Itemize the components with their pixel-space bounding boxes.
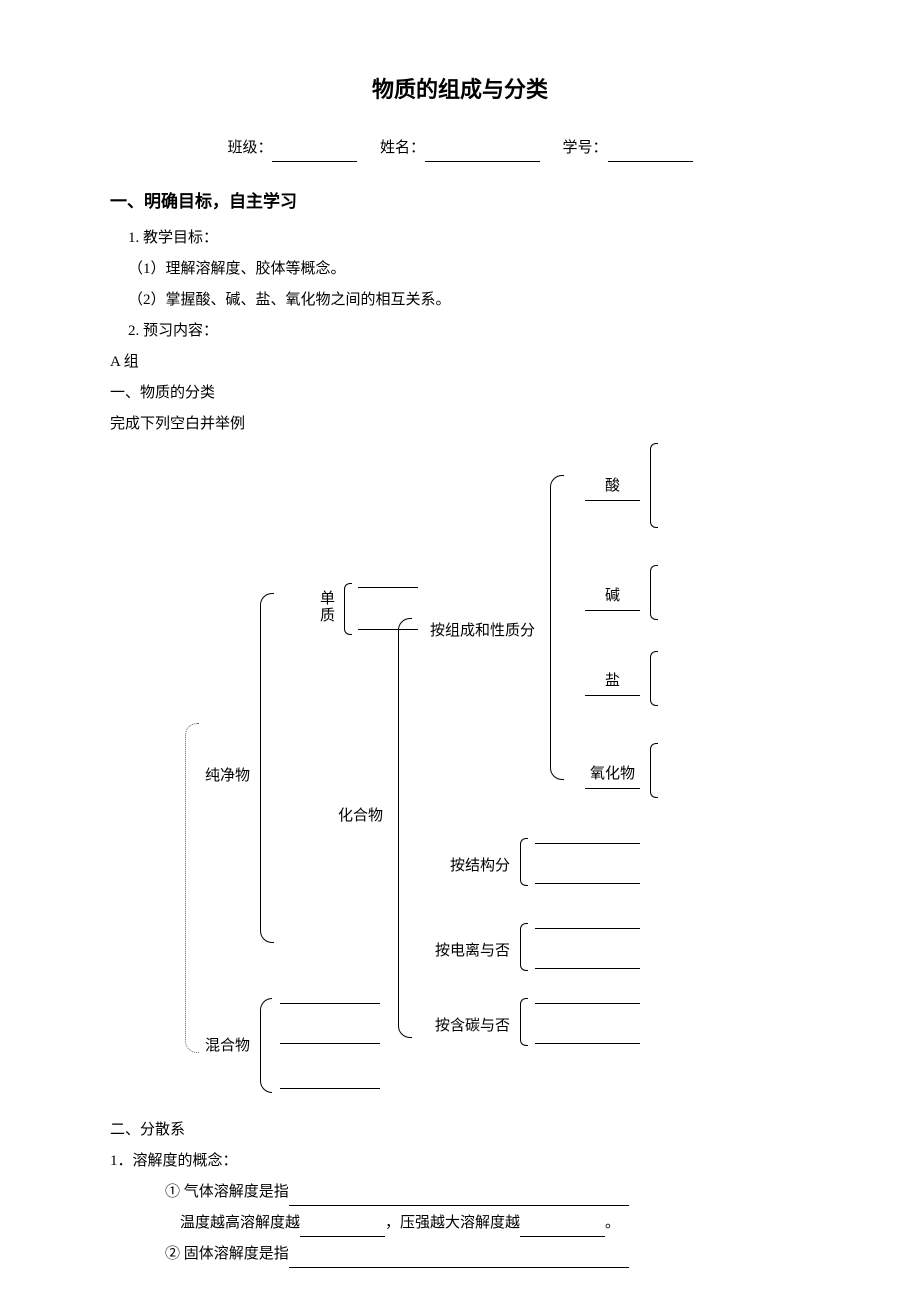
- id-blank[interactable]: [608, 144, 693, 162]
- by-comp-label: 按组成和性质分: [430, 618, 535, 645]
- sub-1-heading: 一、物质的分类: [110, 380, 810, 407]
- mixture-brace: [260, 998, 272, 1093]
- q1-line2-c: 。: [605, 1215, 620, 1231]
- name-blank[interactable]: [425, 144, 540, 162]
- q1-blank-2[interactable]: [300, 1219, 385, 1237]
- compound-brace: [398, 618, 412, 1038]
- preview-heading: 2. 预习内容：: [128, 318, 810, 345]
- base-label: 碱: [585, 583, 640, 611]
- pure-label: 纯净物: [205, 763, 250, 790]
- simple-brace: [344, 583, 352, 635]
- pure-brace: [260, 593, 274, 943]
- sub-2-heading: 二、分散系: [110, 1117, 810, 1144]
- student-info-line: 班级： 姓名： 学号：: [110, 135, 810, 162]
- carbon-blank-1[interactable]: [535, 1003, 640, 1004]
- struct-blank-1[interactable]: [535, 843, 640, 844]
- by-ionize-brace: [520, 923, 528, 971]
- name-label: 姓名：: [380, 140, 425, 156]
- ionize-blank-1[interactable]: [535, 928, 640, 929]
- section-1-heading: 一、明确目标，自主学习: [110, 187, 810, 218]
- q1-line-1: ① 气体溶解度是指: [165, 1179, 810, 1206]
- salt-brace: [650, 651, 658, 706]
- acid-label: 酸: [585, 473, 640, 501]
- struct-blank-2[interactable]: [535, 883, 640, 884]
- q1-line2-b: ，压强越大溶解度越: [385, 1215, 520, 1231]
- by-carbon-label: 按含碳与否: [435, 1013, 510, 1040]
- q2-prefix: ② 固体溶解度是指: [165, 1246, 289, 1262]
- by-struct-label: 按结构分: [450, 853, 510, 880]
- sub-1-desc: 完成下列空白并举例: [110, 411, 810, 438]
- mix-blank-3[interactable]: [280, 1088, 380, 1089]
- q1-blank-3[interactable]: [520, 1219, 605, 1237]
- q1-line2-a: 温度越高溶解度越: [180, 1215, 300, 1231]
- by-comp-brace: [550, 475, 564, 780]
- ionize-blank-2[interactable]: [535, 968, 640, 969]
- sub-2-q1: 1．溶解度的概念：: [110, 1148, 810, 1175]
- acid-brace: [650, 443, 658, 528]
- page-title: 物质的组成与分类: [110, 70, 810, 110]
- by-struct-brace: [520, 838, 528, 886]
- by-ionize-label: 按电离与否: [435, 938, 510, 965]
- goals-heading: 1. 教学目标：: [128, 225, 810, 252]
- q1-line1-prefix: ① 气体溶解度是指: [165, 1184, 289, 1200]
- id-label: 学号：: [563, 140, 608, 156]
- oxide-label: 氧化物: [585, 761, 640, 789]
- carbon-blank-2[interactable]: [535, 1043, 640, 1044]
- salt-label: 盐: [585, 668, 640, 696]
- by-carbon-brace: [520, 998, 528, 1046]
- root-brace: [185, 723, 199, 1053]
- class-blank[interactable]: [272, 144, 357, 162]
- base-brace: [650, 565, 658, 620]
- class-label: 班级：: [227, 140, 272, 156]
- classification-diagram: 纯净物 单质 化合物 按组成和性质分 酸 碱 盐 氧化物 按结构分 按电离与否 …: [110, 443, 810, 1113]
- q1-blank-1[interactable]: [289, 1188, 629, 1206]
- oxide-brace: [650, 743, 658, 798]
- q1-line-2: 温度越高溶解度越 ，压强越大溶解度越 。: [180, 1210, 810, 1237]
- q2-line: ② 固体溶解度是指: [165, 1241, 810, 1268]
- mixture-label: 混合物: [205, 1033, 250, 1060]
- compound-label: 化合物: [338, 803, 383, 830]
- q2-blank[interactable]: [289, 1250, 629, 1268]
- goal-1: （1）理解溶解度、胶体等概念。: [128, 256, 810, 283]
- mix-blank-1[interactable]: [280, 1003, 380, 1004]
- group-a-label: A 组: [110, 349, 810, 376]
- simple-label: 单质: [320, 591, 335, 624]
- simple-blank-1[interactable]: [358, 587, 418, 588]
- mix-blank-2[interactable]: [280, 1043, 380, 1044]
- goal-2: （2）掌握酸、碱、盐、氧化物之间的相互关系。: [128, 287, 810, 314]
